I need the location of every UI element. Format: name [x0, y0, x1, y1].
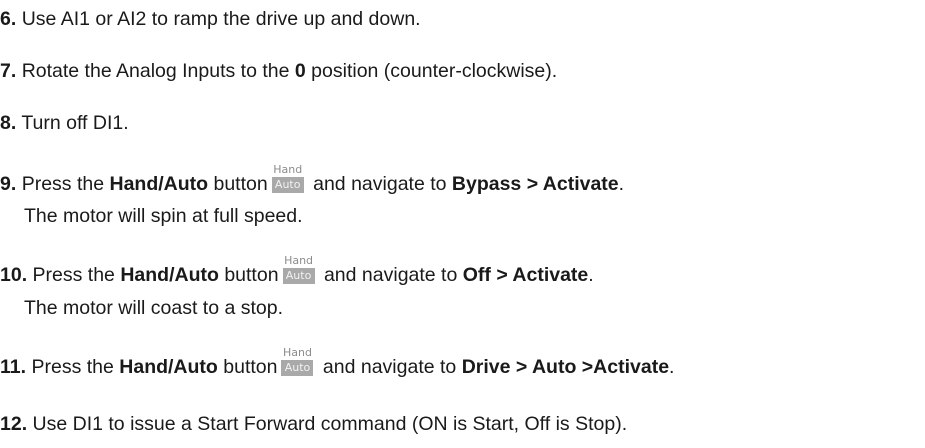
step-number: 9. — [0, 173, 17, 195]
step-text: button — [218, 264, 279, 286]
step-number: 6. — [0, 8, 17, 30]
button-name: Hand/Auto — [120, 264, 219, 286]
step-text: Press the — [21, 173, 110, 195]
step-text: . — [588, 264, 594, 286]
hand-auto-icon: Hand Auto — [281, 346, 314, 376]
button-name: Hand/Auto — [109, 173, 209, 195]
step-number: 10. — [0, 264, 28, 286]
step-9: 9. Press the Hand/Auto button Hand Auto an… — [0, 163, 624, 196]
step-text: position (counter-clockwise). — [305, 60, 558, 82]
auto-label: Auto — [282, 268, 315, 284]
step-8: 8. Turn off DI1. — [0, 111, 129, 135]
step-12: 12. Use DI1 to issue a Start Forward com… — [0, 412, 627, 436]
step-text: and navigate to — [307, 173, 452, 195]
menu-path: Off > Activate — [462, 264, 589, 286]
step-text: Rotate the Analog Inputs to the — [21, 60, 295, 82]
step-text: Press the — [32, 264, 121, 286]
menu-path: Drive > Auto >Activate — [461, 356, 670, 378]
hand-auto-icon: Hand Auto — [282, 254, 315, 284]
step-text: and navigate to — [318, 264, 463, 286]
step-text: . — [669, 356, 675, 378]
button-name: Hand/Auto — [119, 356, 218, 378]
step-number: 12. — [0, 413, 28, 435]
position-value: 0 — [294, 60, 306, 82]
step-6: 6. Use AI1 or AI2 to ramp the drive up a… — [0, 7, 421, 31]
hand-label: Hand — [273, 163, 303, 176]
step-7: 7. Rotate the Analog Inputs to the 0 pos… — [0, 59, 557, 83]
hand-label: Hand — [284, 254, 314, 267]
step-text: Use AI1 or AI2 to ramp the drive up and … — [21, 8, 421, 30]
step-11: 11. Press the Hand/Auto button Hand Auto a… — [0, 346, 674, 379]
step-number: 8. — [0, 112, 17, 134]
step-text: button — [217, 356, 278, 378]
step-text: . — [618, 173, 625, 195]
auto-label: Auto — [271, 177, 304, 193]
step-number: 11. — [0, 356, 27, 378]
auto-label: Auto — [281, 360, 314, 376]
step-9-note: The motor will spin at full speed. — [24, 205, 303, 227]
step-10: 10. Press the Hand/Auto button Hand Auto a… — [0, 254, 594, 287]
step-text: button — [208, 173, 268, 195]
step-text: Press the — [31, 356, 120, 378]
hand-auto-icon: Hand Auto — [271, 163, 304, 193]
step-text: Turn off DI1. — [21, 112, 129, 134]
step-text: and navigate to — [317, 356, 462, 378]
step-number: 7. — [0, 60, 17, 82]
step-text: Use DI1 to issue a Start Forward command… — [32, 413, 628, 435]
menu-path: Bypass > Activate — [451, 173, 619, 195]
hand-label: Hand — [283, 346, 312, 359]
step-10-note: The motor will coast to a stop. — [24, 297, 284, 319]
